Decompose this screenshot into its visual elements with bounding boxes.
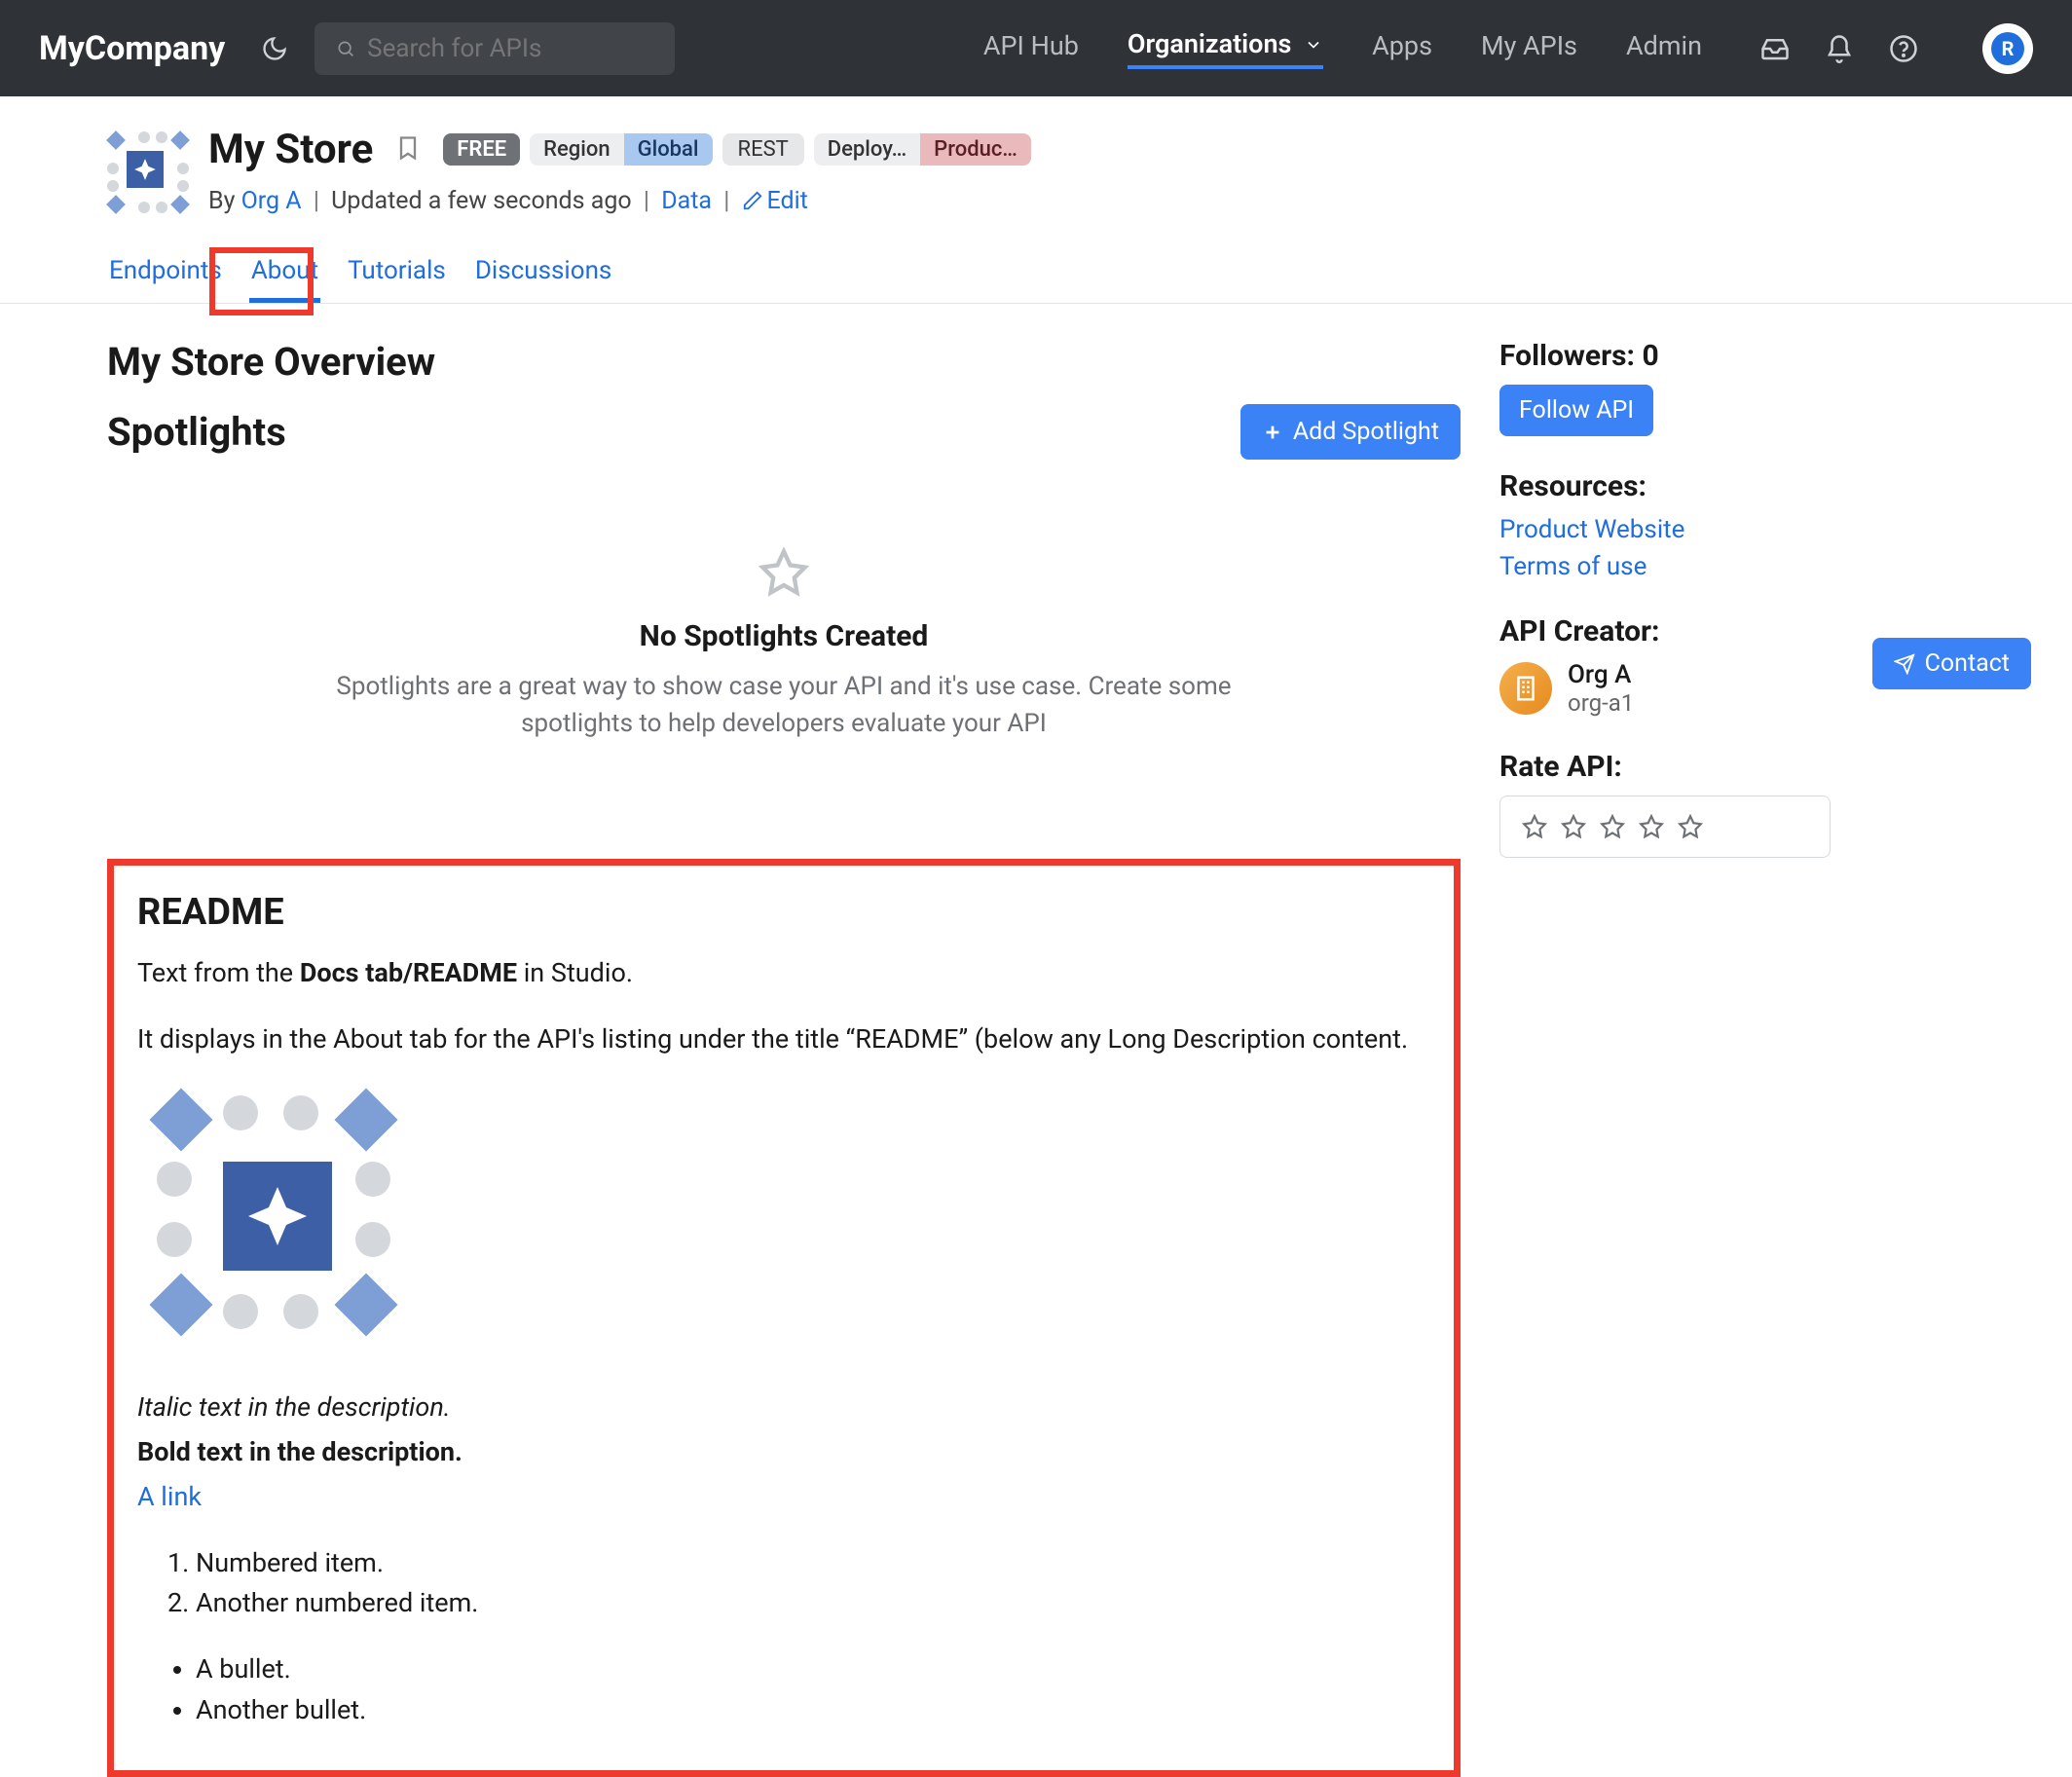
byline: By Org A | Updated a few seconds ago | D… [208,187,1031,215]
badge-region[interactable]: Region Global [530,133,712,166]
badge-region-label: Region [530,133,623,166]
byline-data-link[interactable]: Data [661,187,712,215]
list-item: Another bullet. [196,1690,1430,1731]
nav-organizations[interactable]: Organizations [1128,28,1323,69]
star-icon[interactable] [1561,814,1586,839]
api-icon [107,131,183,207]
readme-p1-pre: Text from the [137,957,300,988]
top-nav: MyCompany API Hub Organizations Apps My … [0,0,2072,96]
resources-heading: Resources: [1499,469,1831,503]
followers-label: Followers: 0 [1499,339,1831,373]
search-icon [336,38,355,59]
list-item: Another numbered item. [196,1583,1430,1624]
chevron-down-icon [1304,35,1323,55]
readme-p2: It displays in the About tab for the API… [137,1019,1430,1060]
badge-deploy-label: Deploy… [814,133,920,166]
spotlights-heading: Spotlights [107,409,286,455]
edit-button[interactable]: Edit [742,187,808,215]
badge-region-value: Global [624,133,713,166]
contact-button[interactable]: Contact [1872,638,2031,689]
list-item: Numbered item. [196,1543,1430,1584]
star-outline-icon [758,547,809,598]
byline-by: By [208,187,241,215]
badge-row: FREE Region Global REST Deploy… Produc… [443,133,1031,166]
follow-api-button[interactable]: Follow API [1499,385,1653,436]
list-item: A bullet. [196,1649,1430,1690]
badge-deploy[interactable]: Deploy… Produc… [814,133,1031,166]
api-title: My Store [208,126,373,173]
readme-link[interactable]: A link [137,1481,202,1512]
nav-organizations-label: Organizations [1128,28,1292,59]
star-icon[interactable] [1678,814,1703,839]
creator-row[interactable]: Org A org-a1 [1499,660,1831,717]
building-icon [1511,674,1540,703]
empty-title: No Spotlights Created [107,619,1461,653]
add-spotlight-label: Add Spotlight [1293,418,1439,446]
edit-label: Edit [767,187,808,215]
readme-unordered-list: A bullet. Another bullet. [196,1649,1430,1731]
creator-avatar [1499,662,1552,715]
creator-name: Org A [1568,660,1634,689]
readme-p1: Text from the Docs tab/README in Studio. [137,953,1430,994]
star-icon[interactable] [1639,814,1664,839]
overview-heading: My Store Overview [107,339,1461,385]
nav-links: API Hub Organizations Apps My APIs Admin [983,28,1702,69]
add-spotlight-button[interactable]: Add Spotlight [1240,404,1461,460]
search-box[interactable] [314,22,675,75]
brand-logo[interactable]: MyCompany [39,29,225,68]
tab-endpoints[interactable]: Endpoints [107,239,224,303]
dark-mode-toggle[interactable] [260,34,289,63]
contact-floating: Contact [1872,638,2031,689]
rate-box[interactable] [1499,796,1831,858]
sidebar: Followers: 0 Follow API Resources: Produ… [1499,339,1831,891]
readme-italic: Italic text in the description. [137,1391,451,1423]
tab-discussions[interactable]: Discussions [473,239,614,303]
byline-updated: Updated a few seconds ago [331,187,632,215]
inbox-icon[interactable] [1760,34,1790,63]
creator-slug: org-a1 [1568,689,1634,717]
readme-bold: Bold text in the description. [137,1436,462,1467]
readme-ordered-list: Numbered item. Another numbered item. [196,1543,1430,1625]
spotlights-empty-state: No Spotlights Created Spotlights are a g… [107,547,1461,742]
bookmark-button[interactable] [394,131,422,168]
contact-label: Contact [1925,649,2010,678]
nav-admin[interactable]: Admin [1626,30,1702,67]
resource-link-website[interactable]: Product Website [1499,515,1684,544]
readme-p1-bold: Docs tab/README [300,957,517,988]
tab-about[interactable]: About [249,239,320,303]
bell-icon[interactable] [1825,34,1854,63]
readme-section: README Text from the Docs tab/README in … [107,859,1461,1777]
nav-icon-tray: R [1760,23,2033,74]
resource-link-terms[interactable]: Terms of use [1499,552,1646,581]
star-icon[interactable] [1600,814,1625,839]
empty-subtitle: Spotlights are a great way to show case … [278,669,1290,742]
nav-my-apis[interactable]: My APIs [1481,30,1577,67]
rate-heading: Rate API: [1499,750,1831,784]
plus-icon [1262,422,1283,443]
bookmark-icon [394,131,422,165]
tab-tutorials[interactable]: Tutorials [346,239,448,303]
byline-org-link[interactable]: Org A [241,187,302,215]
send-icon [1894,653,1915,675]
user-avatar[interactable]: R [1982,23,2033,74]
creator-heading: API Creator: [1499,614,1831,648]
readme-heading: README [137,891,1430,934]
badge-free: FREE [443,133,520,166]
nav-api-hub[interactable]: API Hub [983,30,1079,67]
star-icon[interactable] [1522,814,1547,839]
help-icon[interactable] [1889,34,1918,63]
search-input[interactable] [367,34,653,63]
pencil-icon [742,190,763,211]
readme-image [147,1086,400,1339]
readme-p1-post: in Studio. [517,957,633,988]
api-header: My Store FREE Region Global REST Deploy…… [0,96,2072,239]
badge-rest: REST [722,133,804,166]
nav-apps[interactable]: Apps [1372,30,1432,67]
tabs: Endpoints About Tutorials Discussions [0,239,2072,304]
badge-product-value: Produc… [920,133,1031,166]
moon-icon [261,35,288,62]
